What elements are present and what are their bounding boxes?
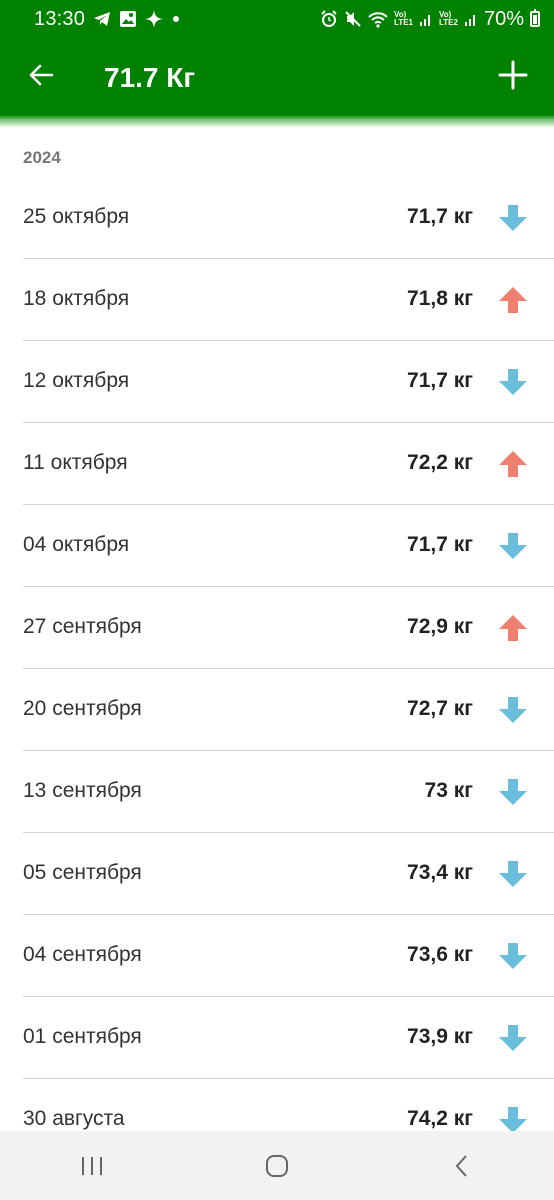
list-item[interactable]: 18 октября 71,8 кг [23, 259, 554, 341]
list-item[interactable]: 11 октября 72,2 кг [23, 423, 554, 505]
entry-date: 30 августа [23, 1107, 125, 1130]
plus-icon [498, 60, 528, 90]
list-item[interactable]: 01 сентября 73,9 кг [23, 997, 554, 1079]
recent-apps-icon [82, 1156, 103, 1175]
battery-percent: 70% [483, 7, 524, 30]
list-item[interactable]: 27 сентября 72,9 кг [23, 587, 554, 669]
telegram-icon [94, 12, 111, 26]
entry-date: 27 сентября [23, 615, 142, 638]
entry-date: 11 октября [23, 451, 128, 474]
system-nav-bar [0, 1131, 554, 1200]
home-button[interactable] [247, 1146, 307, 1186]
arrow-down-icon [499, 1025, 527, 1051]
entry-date: 04 октября [23, 533, 130, 556]
gallery-icon [120, 11, 137, 27]
back-button[interactable] [26, 60, 56, 90]
entry-weight: 71,8 кг [407, 287, 473, 310]
entry-weight: 73,6 кг [407, 943, 473, 966]
arrow-up-icon [499, 287, 527, 313]
back-icon [455, 1154, 467, 1177]
dot-icon [173, 16, 180, 22]
entry-date: 13 сентября [23, 779, 142, 802]
entry-date: 25 октября [23, 205, 130, 228]
entry-weight: 71,7 кг [407, 533, 473, 556]
entry-weight: 73 кг [424, 779, 473, 802]
add-entry-button[interactable] [498, 60, 528, 90]
arrow-down-icon [499, 861, 527, 887]
status-icons-left [93, 10, 181, 28]
arrow-down-icon [499, 779, 527, 805]
signal-icon [464, 15, 475, 26]
entry-weight: 71,7 кг [407, 205, 473, 228]
entry-date: 20 сентября [23, 697, 142, 720]
sparkle-icon [145, 10, 164, 28]
recent-apps-button[interactable] [62, 1146, 122, 1186]
weight-history[interactable]: 2024 25 октября 71,7 кг 18 октября 71,8 кг 1… [0, 128, 554, 1131]
arrow-down-icon [499, 205, 527, 231]
list-item[interactable]: 25 октября 71,7 кг [23, 177, 554, 259]
arrow-left-icon [29, 64, 54, 86]
entry-weight: 73,4 кг [407, 861, 473, 884]
app-bar-shadow [0, 116, 554, 128]
entry-weight: 72,2 кг [407, 451, 473, 474]
page-title: 71.7 Кг [104, 62, 196, 93]
list-item[interactable]: 12 октября 71,7 кг [23, 341, 554, 423]
entry-date: 18 октября [23, 287, 130, 310]
entry-weight: 72,7 кг [407, 697, 473, 720]
home-icon [265, 1154, 288, 1177]
entry-date: 05 сентября [23, 861, 142, 884]
list-item[interactable]: 05 сентября 73,4 кг [23, 833, 554, 915]
entry-weight: 74,2 кг [407, 1107, 473, 1130]
entry-date: 12 октября [23, 369, 130, 392]
year-header: 2024 [23, 148, 61, 167]
arrow-down-icon [499, 697, 527, 723]
signal-icon [420, 15, 430, 26]
status-bar: 13:30 Vo) LTE1 Vo) LTE2 70% [0, 0, 554, 38]
arrow-down-icon [499, 1107, 527, 1131]
entry-weight: 72,9 кг [407, 615, 473, 638]
sim2-label: Vo) LTE2 [439, 10, 458, 27]
status-time: 13:30 [34, 7, 86, 30]
weight-list: 25 октября 71,7 кг 18 октября 71,8 кг 12 окт… [0, 177, 554, 1131]
status-icons-right: Vo) LTE1 Vo) LTE2 70% [320, 8, 540, 31]
list-item[interactable]: 30 августа 74,2 кг [23, 1079, 554, 1131]
sim1-label: Vo) LTE1 [394, 10, 413, 27]
app-bar: 71.7 Кг [0, 38, 554, 118]
list-item[interactable]: 04 октября 71,7 кг [23, 505, 554, 587]
entry-weight: 73,9 кг [407, 1025, 473, 1048]
arrow-up-icon [499, 451, 527, 477]
entry-date: 04 сентября [23, 943, 142, 966]
arrow-up-icon [499, 615, 527, 641]
entry-weight: 71,7 кг [407, 369, 473, 392]
battery-icon [530, 9, 540, 27]
mute-icon [345, 11, 361, 27]
arrow-down-icon [499, 533, 527, 559]
arrow-down-icon [499, 943, 527, 969]
list-item[interactable]: 13 сентября 73 кг [23, 751, 554, 833]
entry-date: 01 сентября [23, 1025, 142, 1048]
list-item[interactable]: 20 сентября 72,7 кг [23, 669, 554, 751]
wifi-icon [368, 12, 388, 28]
list-item[interactable]: 04 сентября 73,6 кг [23, 915, 554, 997]
alarm-icon [321, 10, 337, 27]
back-nav-button[interactable] [432, 1146, 492, 1186]
arrow-down-icon [499, 369, 527, 395]
